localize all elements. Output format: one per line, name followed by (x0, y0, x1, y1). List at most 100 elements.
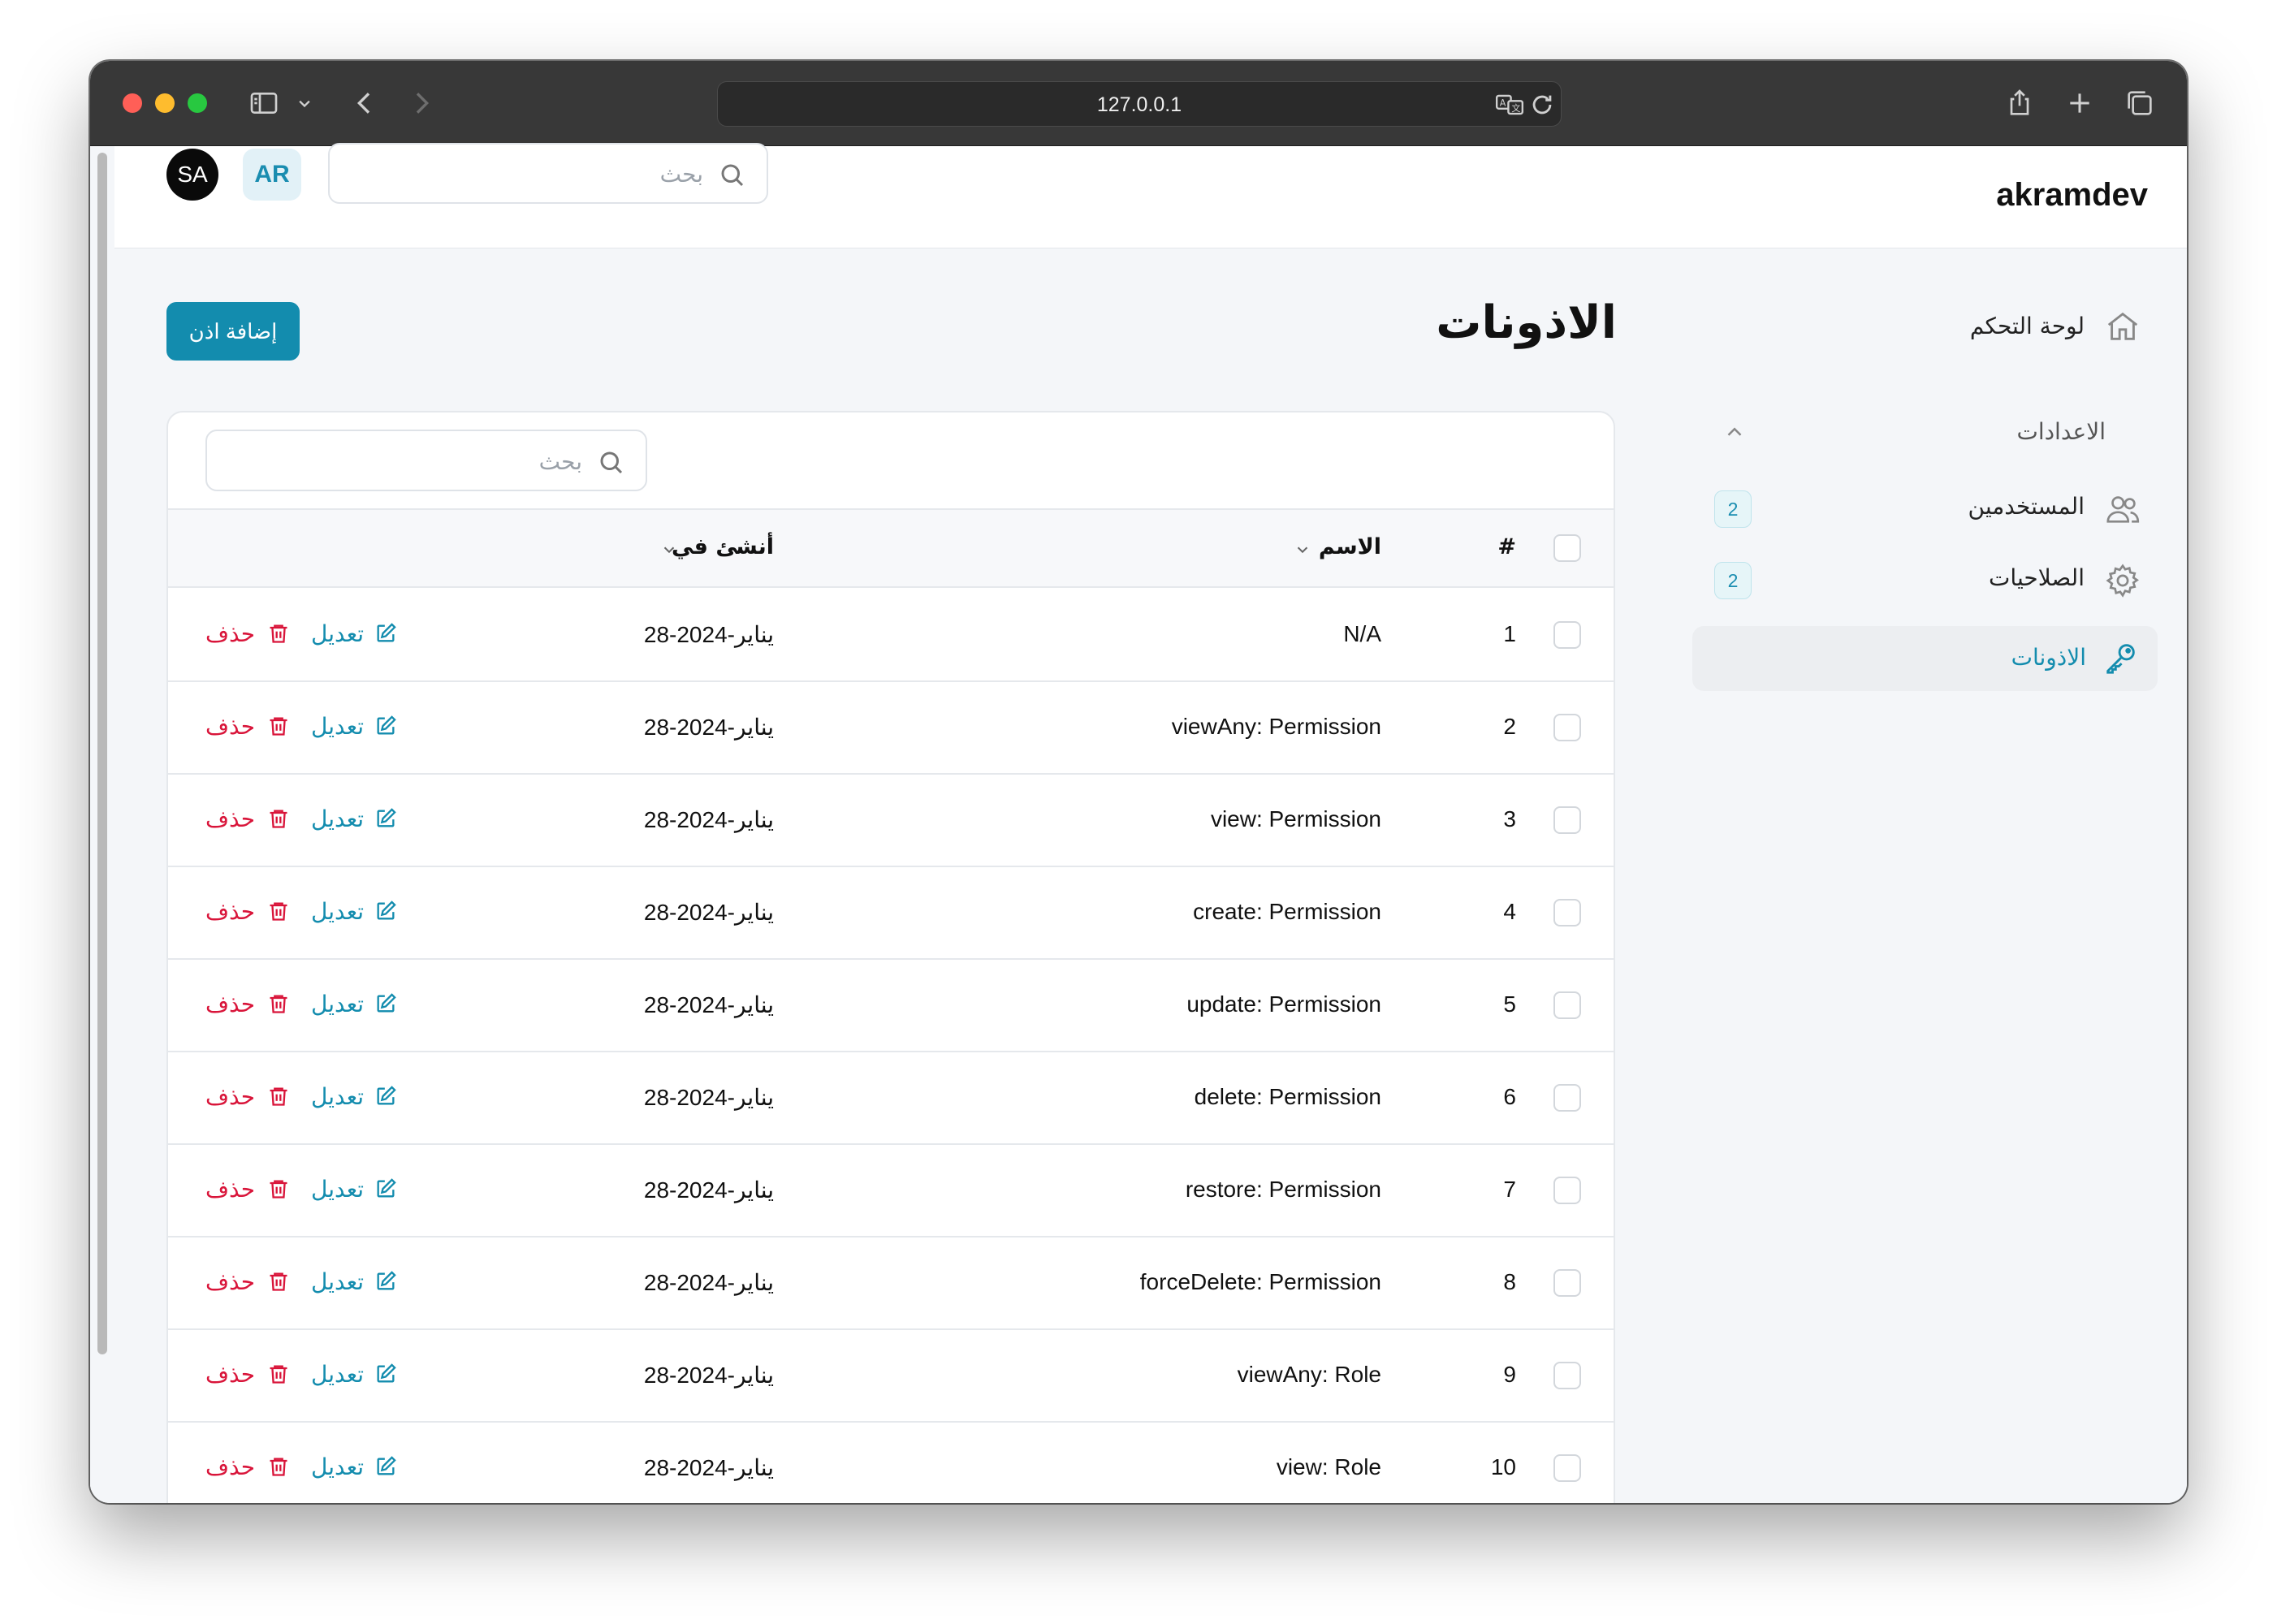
row-number: 9 (1503, 1362, 1516, 1387)
trash-icon[interactable] (267, 1363, 290, 1385)
trash-icon[interactable] (267, 1177, 290, 1200)
delete-button[interactable]: حذف (205, 713, 255, 740)
row-checkbox[interactable] (1553, 806, 1581, 834)
new-tab-icon[interactable] (2063, 87, 2096, 119)
edit-button[interactable]: تعديل (311, 1268, 364, 1295)
row-checkbox[interactable] (1553, 714, 1581, 741)
address-bar[interactable]: 127.0.0.1 A文 (717, 81, 1562, 127)
table-row: 7 restore: Permission 28-يناير-2024 تعدي… (168, 1145, 1614, 1237)
delete-button[interactable]: حذف (205, 1361, 255, 1388)
back-arrow-icon[interactable] (348, 87, 381, 119)
delete-button[interactable]: حذف (205, 1453, 255, 1480)
table-row: 2 viewAny: Permission 28-يناير-2024 تعدي… (168, 682, 1614, 775)
row-checkbox[interactable] (1553, 1269, 1581, 1297)
permission-name: restore: Permission (1185, 1177, 1381, 1202)
users-icon (2104, 490, 2141, 528)
row-number: 4 (1503, 899, 1516, 924)
zoom-window-button[interactable] (188, 93, 207, 113)
trash-icon[interactable] (267, 1085, 290, 1108)
url-text: 127.0.0.1 (1096, 93, 1182, 116)
sidebar-toggle-icon[interactable] (248, 87, 280, 119)
row-checkbox[interactable] (1553, 621, 1581, 649)
row-checkbox[interactable] (1553, 1177, 1581, 1204)
delete-button[interactable]: حذف (205, 1268, 255, 1295)
scrollbar-thumb[interactable] (97, 153, 107, 1354)
edit-icon[interactable] (374, 900, 397, 922)
column-header-name[interactable]: الاسم (1319, 534, 1381, 559)
global-search-input[interactable]: بحث (328, 143, 768, 204)
select-all-checkbox[interactable] (1553, 534, 1581, 562)
browser-toolbar: 127.0.0.1 A文 (90, 61, 2187, 146)
edit-button[interactable]: تعديل (311, 620, 364, 647)
edit-button[interactable]: تعديل (311, 898, 364, 925)
browser-window: 127.0.0.1 A文 akramdev SA AR بحث لوحة الت… (90, 61, 2187, 1503)
forward-arrow-icon[interactable] (405, 87, 438, 119)
edit-icon[interactable] (374, 807, 397, 830)
brand-logo-text[interactable]: akramdev (1996, 177, 2148, 214)
row-checkbox[interactable] (1553, 1084, 1581, 1112)
sidebar-item-dashboard[interactable]: لوحة التحكم (1706, 304, 2145, 353)
trash-icon[interactable] (267, 807, 290, 830)
trash-icon[interactable] (267, 715, 290, 737)
edit-button[interactable]: تعديل (311, 713, 364, 740)
edit-icon[interactable] (374, 992, 397, 1015)
sidebar-item-users[interactable]: المستخدمين 2 (1706, 485, 2145, 533)
edit-icon[interactable] (374, 1177, 397, 1200)
row-checkbox[interactable] (1553, 1454, 1581, 1482)
row-number: 2 (1503, 714, 1516, 739)
sidebar-item-roles[interactable]: الصلاحيات 2 (1706, 556, 2145, 605)
trash-icon[interactable] (267, 992, 290, 1015)
edit-button[interactable]: تعديل (311, 1453, 364, 1480)
trash-icon[interactable] (267, 1455, 290, 1478)
user-avatar[interactable]: SA (166, 149, 218, 201)
created-date: 28-يناير-2024 (643, 992, 774, 1017)
page-scrollbar[interactable] (90, 146, 114, 1503)
row-number: 3 (1503, 806, 1516, 831)
trash-icon[interactable] (267, 900, 290, 922)
minimize-window-button[interactable] (155, 93, 175, 113)
sidebar-item-permissions[interactable]: الاذونات (1692, 626, 2158, 691)
add-permission-button[interactable]: إضافة اذن (166, 302, 300, 361)
chevron-up-icon[interactable] (1722, 420, 1747, 444)
count-badge: 2 (1714, 490, 1752, 528)
sidebar-group-settings[interactable]: الاعدادات (1706, 412, 2145, 452)
reload-icon[interactable] (1528, 91, 1556, 119)
language-switcher[interactable]: AR (243, 149, 301, 201)
trash-icon[interactable] (267, 1270, 290, 1293)
table-header: # الاسم أنشئ في (168, 508, 1614, 588)
translate-icon[interactable]: A文 (1494, 89, 1525, 120)
edit-button[interactable]: تعديل (311, 991, 364, 1017)
delete-button[interactable]: حذف (205, 1176, 255, 1203)
chevron-down-icon[interactable] (293, 87, 316, 119)
edit-icon[interactable] (374, 1455, 397, 1478)
row-checkbox[interactable] (1553, 899, 1581, 926)
edit-icon[interactable] (374, 715, 397, 737)
trash-icon[interactable] (267, 622, 290, 645)
delete-button[interactable]: حذف (205, 898, 255, 925)
permission-name: view: Permission (1210, 806, 1381, 831)
permission-name: update: Permission (1186, 991, 1381, 1017)
delete-button[interactable]: حذف (205, 991, 255, 1017)
edit-button[interactable]: تعديل (311, 1361, 364, 1388)
edit-button[interactable]: تعديل (311, 806, 364, 832)
delete-button[interactable]: حذف (205, 806, 255, 832)
tab-overview-icon[interactable] (2124, 87, 2156, 119)
share-icon[interactable] (2003, 87, 2036, 119)
chevron-down-icon[interactable] (660, 541, 678, 559)
column-header-created-at[interactable]: أنشئ في (672, 534, 774, 559)
edit-icon[interactable] (374, 1085, 397, 1108)
delete-button[interactable]: حذف (205, 620, 255, 647)
edit-button[interactable]: تعديل (311, 1176, 364, 1203)
row-checkbox[interactable] (1553, 991, 1581, 1019)
edit-button[interactable]: تعديل (311, 1083, 364, 1110)
delete-button[interactable]: حذف (205, 1083, 255, 1110)
edit-icon[interactable] (374, 1270, 397, 1293)
edit-icon[interactable] (374, 1363, 397, 1385)
chevron-down-icon[interactable] (1294, 541, 1311, 559)
edit-icon[interactable] (374, 622, 397, 645)
close-window-button[interactable] (123, 93, 142, 113)
table-row: 1 N/A 28-يناير-2024 تعديل حذف (168, 590, 1614, 682)
permission-name: forceDelete: Permission (1139, 1269, 1381, 1294)
table-search-input[interactable]: بحث (205, 430, 647, 491)
row-checkbox[interactable] (1553, 1362, 1581, 1389)
